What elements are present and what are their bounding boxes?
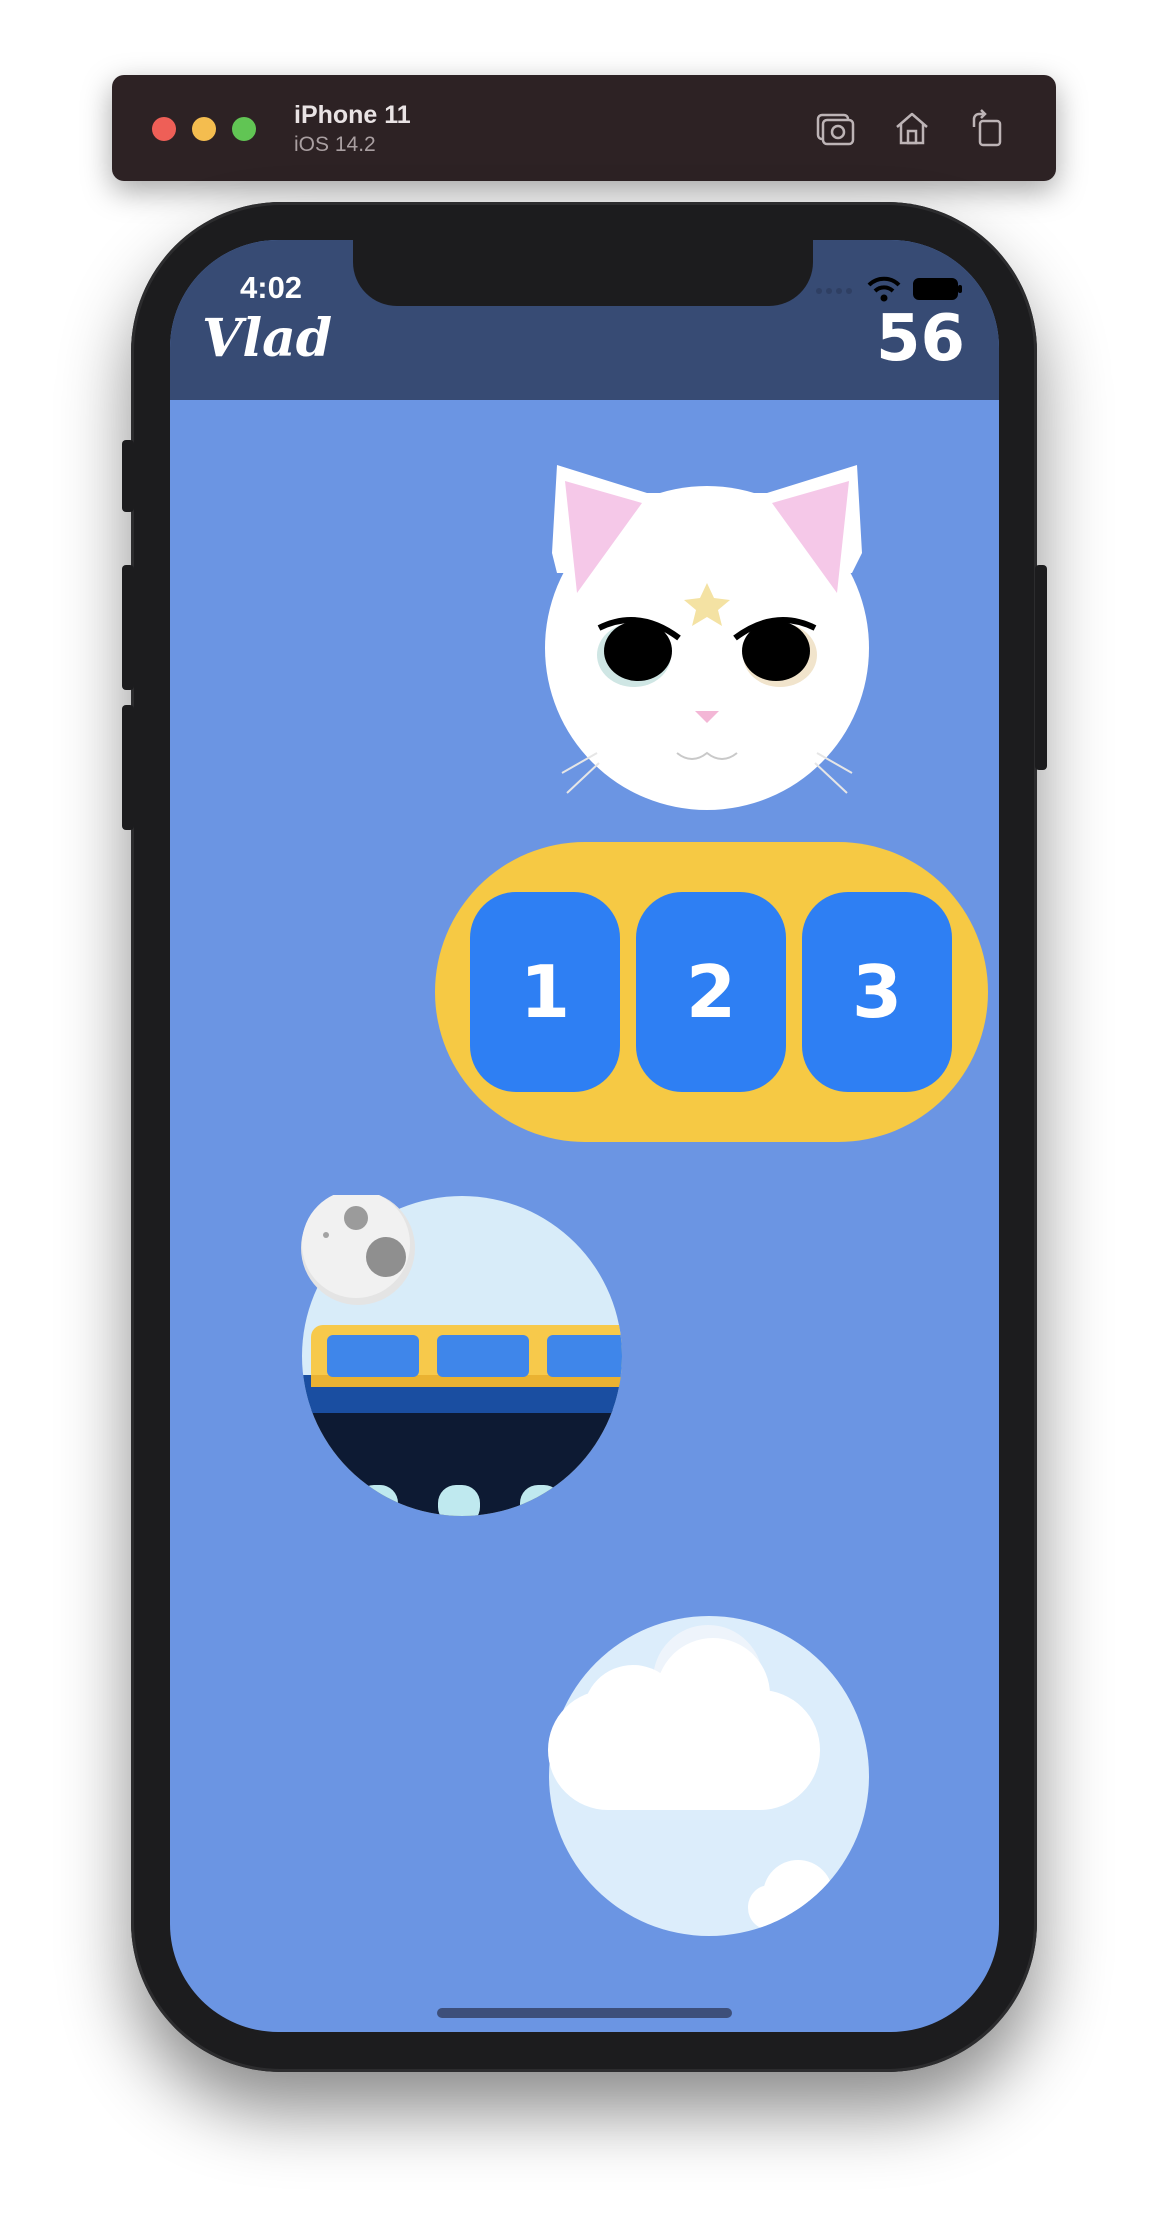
close-window-button[interactable] xyxy=(152,117,176,141)
zoom-window-button[interactable] xyxy=(232,117,256,141)
train-card[interactable] xyxy=(301,1190,623,1517)
cat-face-icon xyxy=(545,465,869,810)
score-counter: 56 xyxy=(875,302,965,376)
volume-down-button xyxy=(122,705,134,830)
train-icon xyxy=(301,1190,622,1516)
volume-up-button xyxy=(122,565,134,690)
mute-switch xyxy=(122,440,134,512)
digit-tile: 1 xyxy=(470,892,620,1092)
status-time: 4:02 xyxy=(240,270,303,305)
screenshot-icon xyxy=(816,113,855,146)
notch xyxy=(353,240,813,306)
power-button xyxy=(1035,565,1047,770)
home-icon xyxy=(896,112,928,145)
cat-card[interactable] xyxy=(537,453,877,813)
minimize-window-button[interactable] xyxy=(192,117,216,141)
app-screen: 4:02 Vlad 56 1 2 3 xyxy=(170,240,999,2032)
status-icons xyxy=(815,276,963,302)
simulator-title-bar: iPhone 11 iOS 14.2 xyxy=(112,75,1056,181)
user-name: Vlad xyxy=(202,308,333,369)
wifi-icon xyxy=(867,276,901,302)
battery-icon xyxy=(913,278,962,300)
rotate-button[interactable] xyxy=(964,105,1010,151)
digit-tile: 2 xyxy=(636,892,786,1092)
device-name: iPhone 11 xyxy=(294,101,411,129)
cloud-icon xyxy=(548,1616,869,1936)
rotate-icon xyxy=(972,109,1002,147)
signal-icon xyxy=(816,288,852,294)
digits-card[interactable]: 1 2 3 xyxy=(435,842,988,1142)
os-version: iOS 14.2 xyxy=(294,133,376,156)
cloud-card[interactable] xyxy=(548,1615,870,1937)
screenshot-button[interactable] xyxy=(812,105,858,151)
home-indicator[interactable] xyxy=(437,2008,732,2018)
digit-tile: 3 xyxy=(802,892,952,1092)
home-button[interactable] xyxy=(889,105,935,151)
